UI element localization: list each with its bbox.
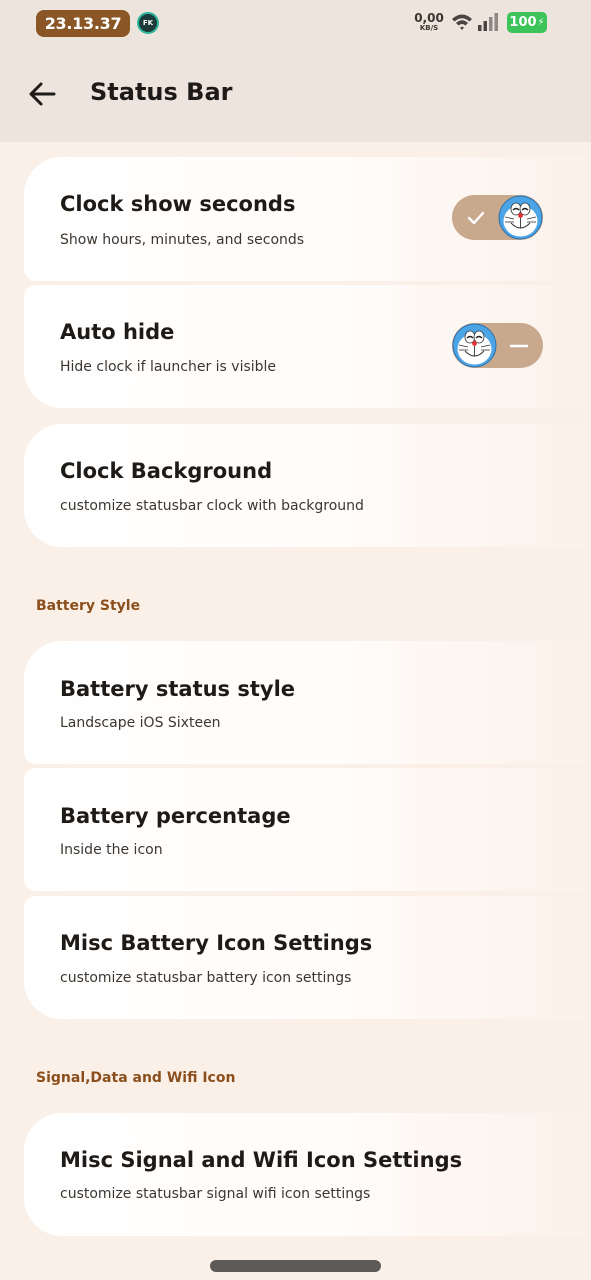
check-icon <box>456 195 496 240</box>
system-status-bar: 23.13.37 FK 0,00 KB/S 100 ⚡ <box>0 0 591 46</box>
arrow-left-icon <box>29 82 56 106</box>
list-item-battery-percentage[interactable]: Battery percentage Inside the icon <box>24 768 591 891</box>
list-item-battery-status-style[interactable]: Battery status style Landscape iOS Sixte… <box>24 641 591 764</box>
section-header-battery-style: Battery Style <box>36 598 141 614</box>
list-item-auto-hide[interactable]: Auto hide Hide clock if launcher is visi… <box>24 285 591 408</box>
screen: 23.13.37 FK 0,00 KB/S 100 ⚡ Status Bar C… <box>0 0 591 1280</box>
list-item-subtitle: Show hours, minutes, and seconds <box>60 232 305 248</box>
battery-level: 100 <box>509 15 537 30</box>
toggle-clock-show-seconds-on[interactable] <box>452 195 543 240</box>
list-item-misc-signal-wifi-icon-settings[interactable]: Misc Signal and Wifi Icon Settings custo… <box>24 1113 591 1236</box>
list-item-title: Clock show seconds <box>60 192 296 216</box>
page-title: Status Bar <box>90 78 233 106</box>
list-item-title: Clock Background <box>60 459 273 483</box>
network-speed: 0,00 KB/S <box>414 12 444 32</box>
network-speed-unit: KB/S <box>419 24 439 32</box>
home-indicator[interactable] <box>210 1260 381 1272</box>
bolt-icon: ⚡ <box>537 17 545 28</box>
list-item-title: Battery percentage <box>60 804 291 828</box>
list-item-subtitle: customize statusbar clock with backgroun… <box>60 498 364 514</box>
toggle-auto-hide-off[interactable] <box>452 323 543 368</box>
back-button[interactable] <box>24 76 60 112</box>
dash-icon <box>499 323 539 368</box>
app-bar: Status Bar <box>0 46 591 142</box>
doraemon-face-icon <box>498 195 543 240</box>
list-item-subtitle: customize statusbar signal wifi icon set… <box>60 1186 371 1202</box>
list-item-title: Misc Battery Icon Settings <box>60 931 373 955</box>
network-speed-value: 0,00 <box>414 11 444 25</box>
wifi-icon <box>452 14 472 30</box>
list-item-subtitle: Hide clock if launcher is visible <box>60 359 277 375</box>
status-clock: 23.13.37 <box>36 10 130 37</box>
list-item-title: Misc Signal and Wifi Icon Settings <box>60 1148 463 1172</box>
doraemon-face-icon <box>452 323 497 368</box>
list-item-subtitle: Inside the icon <box>60 842 163 858</box>
section-header-signal-data-wifi: Signal,Data and Wifi Icon <box>36 1070 236 1086</box>
list-item-title: Auto hide <box>60 320 175 344</box>
list-item-clock-background[interactable]: Clock Background customize statusbar clo… <box>24 424 591 547</box>
signal-icon <box>478 13 498 31</box>
list-item-misc-battery-icon-settings[interactable]: Misc Battery Icon Settings customize sta… <box>24 896 591 1019</box>
app-badge-icon: FK <box>137 12 159 34</box>
list-item-clock-show-seconds[interactable]: Clock show seconds Show hours, minutes, … <box>24 157 591 281</box>
list-item-subtitle: Landscape iOS Sixteen <box>60 715 221 731</box>
battery-charging-icon: 100 ⚡ <box>507 12 547 33</box>
list-item-subtitle: customize statusbar battery icon setting… <box>60 970 352 986</box>
list-item-title: Battery status style <box>60 677 296 701</box>
